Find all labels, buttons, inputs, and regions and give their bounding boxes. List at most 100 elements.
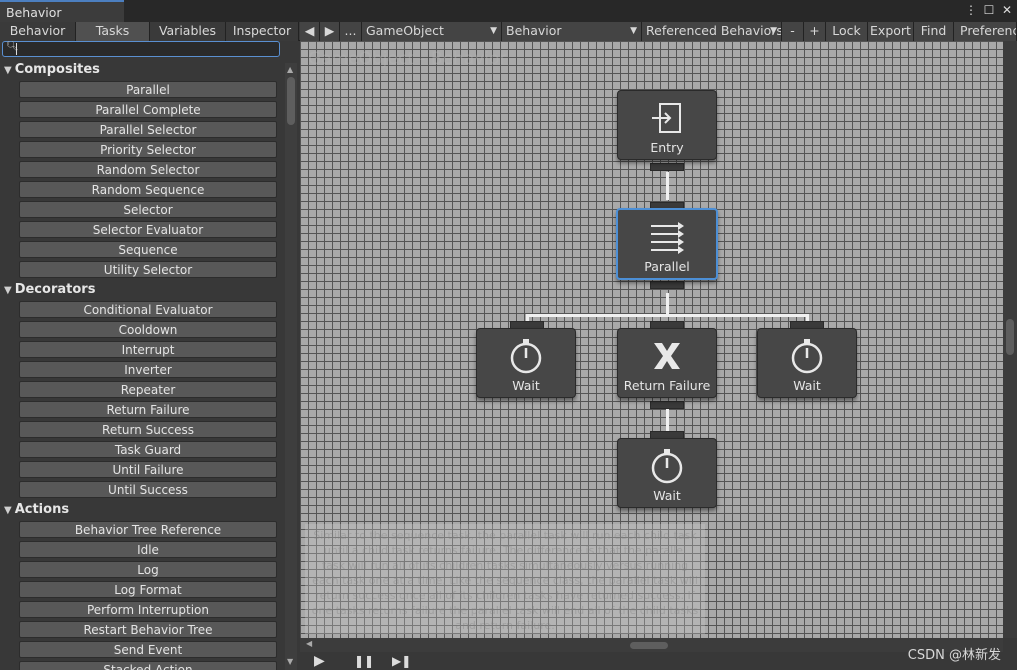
task-item[interactable]: Parallel (19, 81, 277, 98)
task-item[interactable]: Stacked Action (19, 661, 277, 670)
task-item[interactable]: Send Event (19, 641, 277, 658)
node-label: Parallel (644, 259, 690, 274)
task-item[interactable]: Cooldown (19, 321, 277, 338)
lock-button[interactable]: Lock (826, 22, 868, 41)
task-item[interactable]: Repeater (19, 381, 277, 398)
wait-node[interactable]: Wait (617, 438, 717, 508)
entry-node[interactable]: Entry (617, 90, 717, 160)
tab-inspector[interactable]: Inspector (226, 22, 299, 41)
category-actions[interactable]: ▼ Actions (4, 501, 69, 519)
node-label: Wait (793, 378, 821, 393)
expand-triangle-icon: ▼ (4, 65, 12, 76)
connection-wire (666, 172, 669, 200)
task-item[interactable]: Perform Interruption (19, 601, 277, 618)
preferences-button[interactable]: Preferences (954, 22, 1017, 41)
nav-next-button[interactable]: ▶ (320, 22, 340, 41)
maximize-icon[interactable]: ☐ (983, 2, 995, 18)
chevron-down-icon: ▼ (490, 26, 497, 36)
task-item[interactable]: Interrupt (19, 341, 277, 358)
node-label: Wait (512, 378, 540, 393)
stopwatch-icon (651, 449, 683, 484)
graph-vertical-scrollbar[interactable] (1003, 41, 1017, 638)
scroll-up-arrow-icon[interactable]: ▲ (287, 65, 293, 74)
graph-horizontal-scrollbar[interactable]: ◀ (300, 638, 1003, 652)
gameobject-dropdown[interactable]: GameObject ▼ (362, 22, 502, 41)
add-button[interactable]: + (804, 22, 826, 41)
x-mark-icon (654, 343, 680, 369)
pause-button[interactable]: ❚❚ (354, 654, 374, 668)
category-label: Decorators (14, 282, 96, 297)
tab-variables[interactable]: Variables (150, 22, 226, 41)
task-item[interactable]: Selector (19, 201, 277, 218)
task-item[interactable]: Log (19, 561, 277, 578)
tab-behavior[interactable]: Behavior (0, 22, 76, 41)
close-icon[interactable]: ✕ (1001, 2, 1013, 18)
chevron-down-icon: ▼ (630, 26, 637, 36)
toolbar: Behavior Tasks Variables Inspector ◀ ▶ .… (0, 22, 1017, 41)
parallel-node[interactable]: Parallel (616, 208, 718, 280)
window-controls: ⋮ ☐ ✕ (965, 2, 1013, 18)
step-button[interactable]: ▶❚ (392, 654, 411, 668)
tab-tasks[interactable]: Tasks (76, 22, 150, 41)
task-item[interactable]: Until Failure (19, 461, 277, 478)
task-item[interactable]: Return Failure (19, 401, 277, 418)
task-item[interactable]: Until Success (19, 481, 277, 498)
task-list-scrollbar[interactable]: ▲ (285, 63, 297, 670)
wait-node[interactable]: Wait (757, 328, 857, 398)
task-item[interactable]: Conditional Evaluator (19, 301, 277, 318)
ellipsis-button[interactable]: ... (340, 22, 362, 41)
search-input[interactable]: 🔍︎ (2, 41, 280, 57)
task-item[interactable]: Parallel Selector (19, 121, 277, 138)
gameobject-label: GameObject (366, 23, 444, 38)
task-item[interactable]: Inverter (19, 361, 277, 378)
task-item[interactable]: Priority Selector (19, 141, 277, 158)
scrollbar-thumb[interactable] (287, 77, 295, 125)
scrollbar-thumb[interactable] (630, 642, 668, 649)
watermark-text: CSDN @林新发 (907, 648, 1001, 663)
stopwatch-icon (791, 339, 823, 374)
behavior-dropdown[interactable]: Behavior ▼ (502, 22, 642, 41)
node-label: Return Failure (623, 378, 711, 393)
category-composites[interactable]: ▼ Composites (4, 61, 100, 79)
export-button[interactable]: Export (868, 22, 914, 41)
behavior-graph-canvas[interactable]: GameObject - Behavior Entry Parallel Wai… (300, 41, 1003, 638)
title-bar: Behavior Designer ⋮ ☐ ✕ (0, 0, 1017, 35)
return-failure-node[interactable]: Return Failure (617, 328, 717, 398)
scroll-left-arrow-icon[interactable]: ◀ (306, 639, 312, 648)
find-button[interactable]: Find (914, 22, 954, 41)
task-item[interactable]: Random Sequence (19, 181, 277, 198)
node-label: Wait (653, 488, 681, 503)
task-item[interactable]: Log Format (19, 581, 277, 598)
category-decorators[interactable]: ▼ Decorators (4, 281, 95, 299)
referenced-behaviors-dropdown[interactable]: Referenced Behaviors ▼ (642, 22, 782, 41)
output-port[interactable] (650, 401, 684, 409)
task-item[interactable]: Task Guard (19, 441, 277, 458)
task-item[interactable]: Behavior Tree Reference (19, 521, 277, 538)
task-item[interactable]: Sequence (19, 241, 277, 258)
remove-button[interactable]: - (782, 22, 804, 41)
play-button[interactable]: ▶ (314, 653, 325, 669)
scroll-down-arrow-icon[interactable]: ▼ (287, 657, 293, 666)
task-description-panel: Similar to the sequence task, the parall… (305, 524, 705, 634)
task-item[interactable]: Selector Evaluator (19, 221, 277, 238)
chevron-down-icon: ▼ (770, 26, 777, 36)
wait-node[interactable]: Wait (476, 328, 576, 398)
category-label: Actions (14, 502, 70, 517)
text-caret (16, 43, 17, 55)
behavior-label: Behavior (506, 23, 562, 38)
task-item[interactable]: Random Selector (19, 161, 277, 178)
scrollbar-thumb[interactable] (1006, 319, 1014, 355)
output-port[interactable] (650, 163, 684, 171)
output-port[interactable] (650, 281, 684, 289)
task-item[interactable]: Utility Selector (19, 261, 277, 278)
nav-prev-button[interactable]: ◀ (300, 22, 320, 41)
task-item[interactable]: Restart Behavior Tree (19, 621, 277, 638)
task-item[interactable]: Return Success (19, 421, 277, 438)
referenced-label: Referenced Behaviors (646, 23, 782, 38)
task-item[interactable]: Parallel Complete (19, 101, 277, 118)
more-menu-icon[interactable]: ⋮ (965, 2, 977, 18)
window-tab[interactable]: Behavior Designer (0, 0, 124, 35)
stopwatch-icon (510, 339, 542, 374)
task-item[interactable]: Idle (19, 541, 277, 558)
expand-triangle-icon: ▼ (4, 285, 12, 296)
